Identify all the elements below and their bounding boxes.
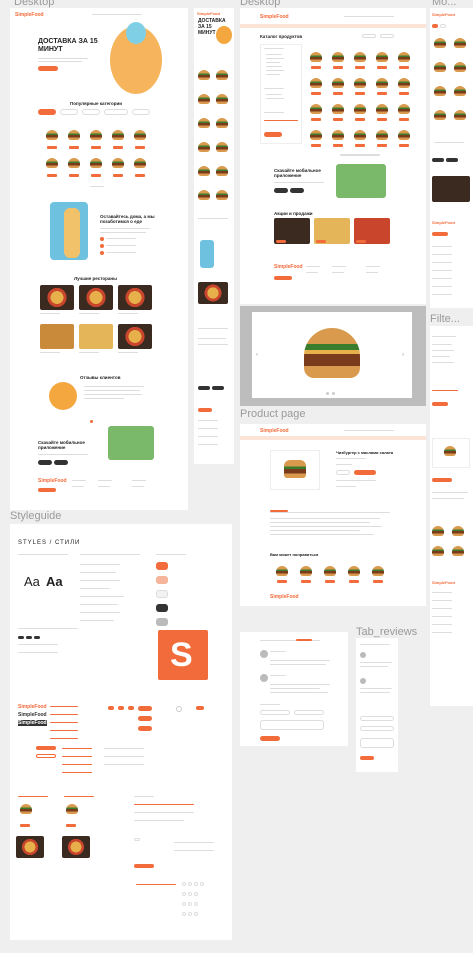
frame-label-desktop: Desktop	[14, 0, 55, 8]
frame-label-tab-reviews: Tab_reviews	[356, 626, 418, 638]
font-sample-1: Aa	[24, 574, 40, 589]
catalog-download-title: Скачайте мобильное приложение	[274, 168, 321, 178]
catalog-logo[interactable]: SimpleFood	[260, 14, 289, 20]
brand-sample-2: SimpleFood	[18, 712, 47, 718]
product-name: Чизбургер с маслами салата	[336, 450, 394, 455]
reviews-mobile-board[interactable]	[356, 638, 398, 772]
download-title: Скачайте мобильное приложение	[38, 440, 85, 450]
logo-letter: S	[170, 636, 193, 674]
font-sample-2: Aa	[46, 574, 63, 589]
similar-title: Вам может понравиться	[270, 552, 319, 557]
catalog-title: Каталог продуктов	[260, 34, 303, 39]
frame-label-mobile: Mo...	[432, 0, 457, 8]
landing-board[interactable]: SimpleFood ДОСТАВКА ЗА 15 МИНУТ Популярн…	[10, 8, 188, 510]
brand-sample-1: SimpleFood	[18, 704, 47, 710]
catalog-footer-logo[interactable]: SimpleFood	[274, 264, 303, 270]
product-logo[interactable]: SimpleFood	[260, 428, 289, 434]
product-footer-logo[interactable]: SimpleFood	[270, 594, 299, 600]
styleguide-board[interactable]: STYLES / СТИЛИ Aa Aa S SimpleFood Simple…	[10, 524, 232, 940]
reviewer-avatar	[49, 382, 77, 410]
hero-order-button[interactable]	[38, 66, 58, 71]
catalog-board[interactable]: SimpleFood Каталог продуктов Скачайте мо…	[240, 8, 426, 304]
tablet-logo[interactable]: SimpleFood	[197, 11, 220, 16]
product-board[interactable]: SimpleFood Чизбургер с маслами салата Ва…	[240, 424, 426, 606]
app-title: Оставайтесь дома, а мы позаботимся о еде	[100, 214, 155, 224]
reviews-title: Отзывы клиентов	[80, 375, 121, 380]
frame-label-styleguide: Styleguide	[10, 510, 62, 522]
restaurants-title: Лучшие рестораны	[74, 276, 117, 281]
burger-large-image	[304, 328, 360, 378]
filter-mobile-board[interactable]: SimpleFood	[430, 326, 473, 706]
product-modal-overlay[interactable]: ‹ ›	[240, 306, 426, 406]
slider-next-icon[interactable]: ›	[402, 352, 404, 358]
product-image	[46, 130, 58, 140]
frame-label-desktop-2: Desktop	[240, 0, 281, 8]
promo-title: Акции и продажи	[274, 211, 313, 216]
tablet-board[interactable]: SimpleFood ДОСТАВКА ЗА 15 МИНУТ	[194, 8, 234, 464]
mobile-board[interactable]: SimpleFood SimpleFood	[430, 8, 473, 308]
styleguide-title: STYLES / СТИЛИ	[18, 540, 81, 546]
popular-title: Популярные категории	[70, 101, 122, 106]
footer-logo[interactable]: SimpleFood	[38, 478, 67, 484]
reviews-board[interactable]	[240, 632, 348, 746]
brand-sample-3: SimpleFood	[18, 720, 47, 726]
product-slider[interactable]: ‹ ›	[252, 312, 412, 398]
slider-prev-icon[interactable]: ‹	[256, 352, 258, 358]
hero-title: ДОСТАВКА ЗА 15 МИНУТ	[38, 38, 98, 53]
mobile-logo[interactable]: SimpleFood	[432, 12, 455, 17]
frame-label-product: Product page	[240, 408, 306, 420]
frame-label-filter: Filte...	[430, 313, 460, 325]
landing-logo[interactable]: SimpleFood	[15, 12, 44, 18]
